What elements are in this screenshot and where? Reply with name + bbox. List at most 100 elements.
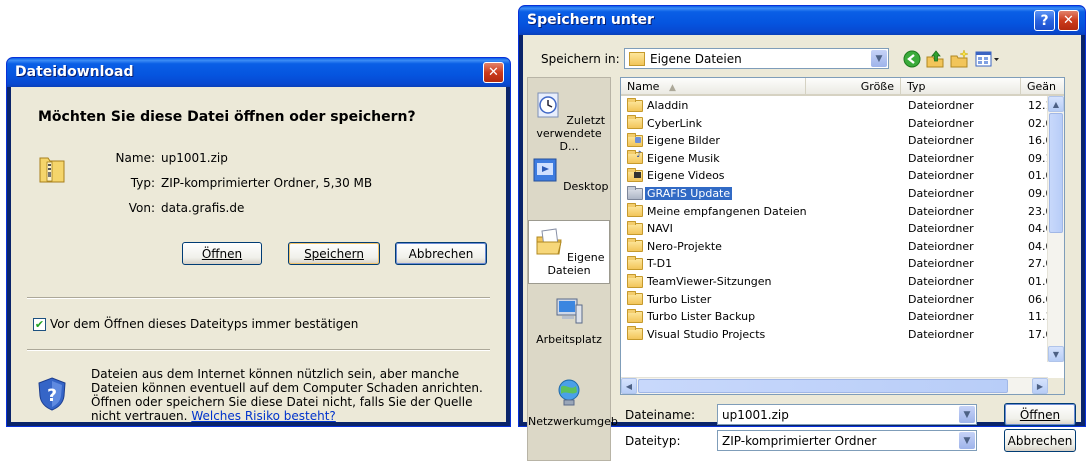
file-row[interactable]: Eigene Videos Dateiordner 01.03: [621, 167, 1060, 185]
file-name: GRAFIS Update: [627, 185, 733, 200]
filetype-select[interactable]: ZIP-komprimierter Ordner ▼: [717, 430, 977, 451]
save-as-title: Speichern unter: [527, 12, 654, 28]
svg-text:?: ?: [47, 386, 57, 406]
place-my-computer[interactable]: Arbeitsplatz: [528, 296, 610, 346]
file-row[interactable]: Aladdin Dateiordner 12.11: [621, 97, 1060, 115]
view-menu-icon[interactable]: [975, 49, 1001, 69]
scroll-thumb[interactable]: [638, 379, 1008, 393]
download-dialog-titlebar[interactable]: Dateidownload ✕: [7, 58, 510, 87]
file-row[interactable]: Turbo Lister Dateiordner 06.05: [621, 291, 1060, 309]
file-row[interactable]: T-D1 Dateiordner 27.01: [621, 255, 1060, 273]
file-type: Dateiordner: [908, 134, 974, 148]
my-documents-icon: [536, 228, 562, 255]
file-row[interactable]: Eigene MusikDateiordner09.10: [621, 150, 1060, 168]
file-type: Dateiordner: [908, 257, 974, 271]
download-question-heading: Möchten Sie diese Datei öffnen oder spei…: [38, 109, 416, 125]
scroll-left-icon[interactable]: ◀: [621, 378, 637, 394]
place-recent[interactable]: Zuletzt verwendete D...: [528, 90, 610, 153]
cancel-button[interactable]: Abbrechen: [395, 242, 487, 265]
up-folder-icon[interactable]: [925, 49, 945, 69]
scroll-right-icon[interactable]: ▶: [1032, 378, 1048, 394]
folder-icon: [627, 308, 643, 323]
folder-icon: [627, 291, 643, 306]
save-as-dialog: Speichern unter ? ✕ Speichern in: Eigene…: [518, 5, 1086, 461]
file-name: T-D1: [627, 255, 674, 270]
scroll-down-icon[interactable]: ▼: [1048, 346, 1064, 362]
download-dialog-body: Möchten Sie diese Datei öffnen oder spei…: [11, 87, 506, 423]
file-name: TeamViewer-Sitzungen: [627, 273, 774, 288]
file-row[interactable]: Visual Studio Projects Dateiordner 17.02: [621, 326, 1060, 344]
new-folder-icon[interactable]: [949, 49, 969, 69]
file-name: Visual Studio Projects: [627, 326, 767, 341]
my-computer-icon: [556, 298, 583, 324]
file-row[interactable]: Eigene Bilder Dateiordner 16.02: [621, 132, 1060, 150]
open-button[interactable]: Öffnen: [182, 242, 262, 265]
column-header-date[interactable]: Geän: [1021, 78, 1064, 96]
save-in-combo[interactable]: Eigene Dateien ▼: [624, 48, 889, 69]
checkbox-check-icon[interactable]: ✔: [33, 317, 46, 331]
file-row[interactable]: Meine empfangenen Dateien Dateiordner 23.0…: [621, 203, 1060, 221]
place-network[interactable]: Netzwerkumgeb: [528, 378, 618, 428]
download-dialog: Dateidownload ✕ Möchten Sie diese Datei …: [6, 57, 511, 427]
column-header-size[interactable]: Größe: [806, 78, 901, 96]
separator: [27, 297, 490, 299]
save-open-button[interactable]: Öffnen: [1004, 403, 1076, 426]
folder-icon: [627, 326, 643, 341]
risk-link[interactable]: Welches Risiko besteht?: [191, 409, 336, 423]
close-icon[interactable]: ✕: [1058, 10, 1079, 31]
save-button[interactable]: Speichern: [288, 242, 380, 265]
chevron-down-icon[interactable]: ▼: [959, 406, 975, 423]
file-row[interactable]: NAVI Dateiordner 04.02: [621, 220, 1060, 238]
file-name: Meine empfangenen Dateien: [627, 203, 809, 218]
file-type: Dateiordner: [908, 222, 974, 236]
horizontal-scrollbar[interactable]: ◀ ▶: [621, 377, 1048, 394]
filename-input[interactable]: up1001.zip ▼: [717, 404, 977, 425]
from-value: data.grafis.de: [161, 201, 245, 215]
save-cancel-button[interactable]: Abbrechen: [1004, 429, 1076, 452]
help-icon[interactable]: ?: [1034, 10, 1055, 31]
column-header-type[interactable]: Typ: [901, 78, 1021, 96]
chevron-down-icon[interactable]: ▼: [871, 50, 887, 67]
warning-text: Dateien aus dem Internet können nützlich…: [91, 367, 483, 423]
file-row[interactable]: Nero-Projekte Dateiordner 04.02: [621, 238, 1060, 256]
column-header-name[interactable]: Name ▲: [621, 78, 806, 96]
folder-icon: [627, 132, 643, 147]
file-type: Dateiordner: [908, 99, 974, 112]
file-row[interactable]: Turbo Lister Backup Dateiordner 11.12: [621, 308, 1060, 326]
file-name: CyberLink: [627, 115, 704, 130]
desktop-icon: [533, 158, 557, 182]
chevron-down-icon[interactable]: ▼: [959, 432, 975, 449]
folder-icon: [627, 255, 643, 270]
place-desktop[interactable]: Desktop: [528, 156, 610, 193]
file-name: Turbo Lister Backup: [627, 308, 757, 323]
file-list[interactable]: Name ▲ Größe Typ Geän Aladdin Dateiordner…: [620, 77, 1065, 395]
scroll-thumb[interactable]: [1049, 113, 1063, 233]
download-dialog-title: Dateidownload: [15, 64, 134, 80]
file-row[interactable]: TeamViewer-Sitzungen Dateiordner 01.04: [621, 273, 1060, 291]
scroll-up-icon[interactable]: ▲: [1048, 96, 1064, 112]
confirm-checkbox-label: Vor dem Öffnen dieses Dateityps immer be…: [50, 317, 359, 331]
folder-icon: [627, 185, 643, 200]
place-my-documents[interactable]: Eigene Dateien: [528, 220, 610, 284]
save-as-titlebar[interactable]: Speichern unter ? ✕: [519, 6, 1085, 35]
network-icon: [558, 379, 580, 406]
filetype-label: Dateityp:: [625, 434, 681, 448]
file-name: Aladdin: [627, 97, 690, 112]
confirm-checkbox[interactable]: ✔ Vor dem Öffnen dieses Dateityps immer …: [33, 317, 358, 331]
type-value: ZIP-komprimierter Ordner, 5,30 MB: [161, 176, 373, 190]
name-value: up1001.zip: [161, 151, 228, 165]
file-type: Dateiordner: [908, 187, 974, 200]
zip-file-icon: [39, 157, 65, 183]
folder-icon: [627, 220, 643, 235]
file-name: Nero-Projekte: [627, 238, 724, 253]
folder-icon: [627, 167, 643, 182]
vertical-scrollbar[interactable]: ▲ ▼: [1047, 96, 1064, 362]
file-row[interactable]: GRAFIS Update Dateiordner 09.04: [621, 185, 1060, 203]
type-label: Typ:: [130, 176, 155, 190]
file-name: Turbo Lister: [627, 291, 713, 306]
file-type: Dateiordner: [908, 151, 974, 165]
file-row[interactable]: CyberLink Dateiordner 02.03: [621, 115, 1060, 133]
security-shield-icon: ?: [38, 377, 66, 411]
close-icon[interactable]: ✕: [483, 62, 504, 83]
back-icon[interactable]: [903, 50, 921, 68]
